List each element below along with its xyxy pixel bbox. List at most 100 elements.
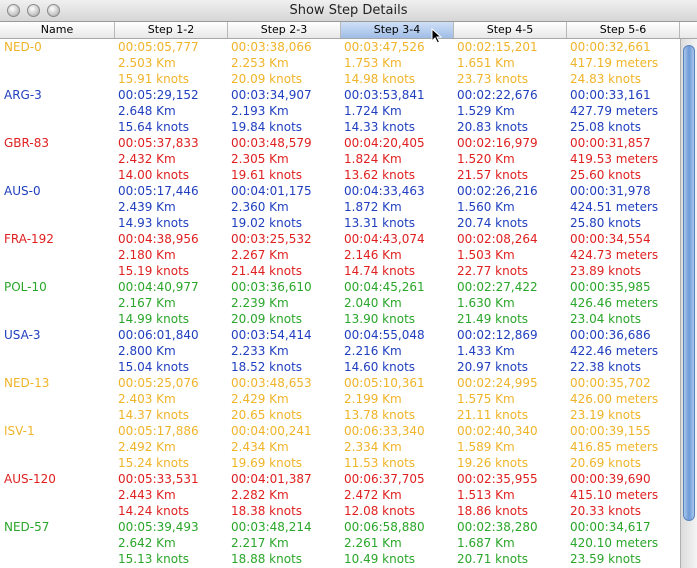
step-cell: 00:04:43,074 2.146 Km 14.74 knots <box>344 231 425 279</box>
step-speed: 14.24 knots <box>118 504 190 518</box>
step-distance: 2.432 Km <box>118 152 176 166</box>
step-speed: 13.62 knots <box>344 168 416 182</box>
column-header-step-1-2[interactable]: Step 1-2 <box>115 22 228 38</box>
step-cell: 00:03:25,532 2.267 Km 21.44 knots <box>231 231 312 279</box>
step-speed: 19.61 knots <box>231 168 303 182</box>
step-speed: 18.52 knots <box>231 360 303 374</box>
step-distance: 426.46 meters <box>570 296 659 310</box>
table-row[interactable]: AUS-120 00:05:33,531 2.443 Km 14.24 knots 00… <box>0 471 680 519</box>
step-cell: 00:00:39,690 415.10 meters 20.33 knots <box>570 471 658 519</box>
step-distance: 2.360 Km <box>231 200 289 214</box>
table-row[interactable]: USA-3 00:06:01,840 2.800 Km 15.04 knots 00:0… <box>0 327 680 375</box>
scrollbar-thumb[interactable] <box>683 45 695 521</box>
step-cell: 00:04:33,463 1.872 Km 13.31 knots <box>344 183 425 231</box>
step-speed: 22.38 knots <box>570 360 642 374</box>
step-distance: 420.10 meters <box>570 536 659 550</box>
step-cell: 00:05:37,833 2.432 Km 14.00 knots <box>118 135 199 183</box>
step-distance: 1.724 Km <box>344 104 402 118</box>
boat-name: ARG-3 <box>4 88 42 102</box>
step-distance: 1.433 Km <box>457 344 515 358</box>
step-cell: 00:05:25,076 2.403 Km 14.37 knots <box>118 375 199 423</box>
step-speed: 21.44 knots <box>231 264 303 278</box>
step-distance: 1.753 Km <box>344 56 402 70</box>
table-row[interactable]: NED-0 00:05:05,777 2.503 Km 15.91 knots 00:0… <box>0 39 680 87</box>
step-cell: 00:00:33,161 427.79 meters 25.08 knots <box>570 87 658 135</box>
step-time: 00:05:25,076 <box>118 376 199 390</box>
step-time: 00:02:35,955 <box>457 472 538 486</box>
step-distance: 424.51 meters <box>570 200 659 214</box>
table-row[interactable]: NED-57 00:05:39,493 2.642 Km 15.13 knots 00:… <box>0 519 680 567</box>
header-corner <box>680 22 697 39</box>
step-time: 00:05:17,446 <box>118 184 199 198</box>
step-distance: 419.53 meters <box>570 152 659 166</box>
step-distance: 1.513 Km <box>457 488 515 502</box>
step-cell: 00:03:36,610 2.239 Km 20.09 knots <box>231 279 312 327</box>
step-time: 00:03:38,066 <box>231 40 312 54</box>
step-cell: 00:00:34,554 424.73 meters 23.89 knots <box>570 231 658 279</box>
column-header-step-2-3[interactable]: Step 2-3 <box>228 22 341 38</box>
step-details-table[interactable]: NED-0 00:05:05,777 2.503 Km 15.91 knots 00:0… <box>0 39 680 568</box>
step-distance: 1.589 Km <box>457 440 515 454</box>
column-header-step-5-6[interactable]: Step 5-6 <box>567 22 680 38</box>
step-time: 00:06:01,840 <box>118 328 199 342</box>
step-distance: 2.267 Km <box>231 248 289 262</box>
step-time: 00:02:08,264 <box>457 232 538 246</box>
step-time: 00:03:53,841 <box>344 88 425 102</box>
boat-name: USA-3 <box>4 328 41 342</box>
step-time: 00:02:38,280 <box>457 520 538 534</box>
step-time: 00:02:40,340 <box>457 424 538 438</box>
boat-name-cell: FRA-192 <box>4 231 112 279</box>
step-distance: 2.648 Km <box>118 104 176 118</box>
step-distance: 2.040 Km <box>344 296 402 310</box>
step-distance: 1.824 Km <box>344 152 402 166</box>
table-row[interactable]: FRA-192 00:04:38,956 2.180 Km 15.19 knots 00… <box>0 231 680 279</box>
table-row[interactable]: AUS-0 00:05:17,446 2.439 Km 14.93 knots 00:0… <box>0 183 680 231</box>
step-distance: 1.575 Km <box>457 392 515 406</box>
step-cell: 00:00:31,978 424.51 meters 25.80 knots <box>570 183 658 231</box>
step-time: 00:04:20,405 <box>344 136 425 150</box>
step-cell: 00:04:45,261 2.040 Km 13.90 knots <box>344 279 425 327</box>
step-cell: 00:04:20,405 1.824 Km 13.62 knots <box>344 135 425 183</box>
step-speed: 20.71 knots <box>457 552 529 566</box>
step-time: 00:04:00,241 <box>231 424 312 438</box>
step-speed: 23.89 knots <box>570 264 642 278</box>
step-time: 00:02:26,216 <box>457 184 538 198</box>
boat-name-cell: AUS-120 <box>4 471 112 519</box>
step-distance: 2.180 Km <box>118 248 176 262</box>
mouse-pointer-icon <box>431 28 443 44</box>
step-speed: 23.19 knots <box>570 408 642 422</box>
step-cell: 00:02:35,955 1.513 Km 18.86 knots <box>457 471 538 519</box>
title-bar[interactable]: Show Step Details <box>0 0 697 22</box>
step-time: 00:05:10,361 <box>344 376 425 390</box>
step-time: 00:02:27,422 <box>457 280 538 294</box>
step-cell: 00:04:01,175 2.360 Km 19.02 knots <box>231 183 312 231</box>
column-header-name[interactable]: Name <box>0 22 115 38</box>
step-time: 00:00:32,661 <box>570 40 651 54</box>
step-speed: 11.53 knots <box>344 456 416 470</box>
step-distance: 424.73 meters <box>570 248 659 262</box>
step-time: 00:06:58,880 <box>344 520 425 534</box>
step-time: 00:00:35,702 <box>570 376 651 390</box>
step-time: 00:00:39,690 <box>570 472 651 486</box>
step-distance: 1.560 Km <box>457 200 515 214</box>
step-speed: 14.33 knots <box>344 120 416 134</box>
step-speed: 23.73 knots <box>457 72 529 86</box>
table-row[interactable]: POL-10 00:04:40,977 2.167 Km 14.99 knots 00:… <box>0 279 680 327</box>
step-distance: 2.253 Km <box>231 56 289 70</box>
step-speed: 14.00 knots <box>118 168 190 182</box>
vertical-scrollbar[interactable] <box>680 39 697 568</box>
boat-name: GBR-83 <box>4 136 49 150</box>
step-cell: 00:02:27,422 1.630 Km 21.49 knots <box>457 279 538 327</box>
step-cell: 00:03:47,526 1.753 Km 14.98 knots <box>344 39 425 87</box>
step-distance: 2.216 Km <box>344 344 402 358</box>
column-header-step-4-5[interactable]: Step 4-5 <box>454 22 567 38</box>
table-row[interactable]: ISV-1 00:05:17,886 2.492 Km 15.24 knots 00:0… <box>0 423 680 471</box>
step-cell: 00:05:39,493 2.642 Km 15.13 knots <box>118 519 199 567</box>
table-row[interactable]: GBR-83 00:05:37,833 2.432 Km 14.00 knots 00:… <box>0 135 680 183</box>
boat-name: POL-10 <box>4 280 47 294</box>
table-row[interactable]: ARG-3 00:05:29,152 2.648 Km 15.64 knots 00:0… <box>0 87 680 135</box>
step-cell: 00:00:36,686 422.46 meters 22.38 knots <box>570 327 658 375</box>
step-cell: 00:02:12,869 1.433 Km 20.97 knots <box>457 327 538 375</box>
boat-name: FRA-192 <box>4 232 54 246</box>
table-row[interactable]: NED-13 00:05:25,076 2.403 Km 14.37 knots 00:… <box>0 375 680 423</box>
